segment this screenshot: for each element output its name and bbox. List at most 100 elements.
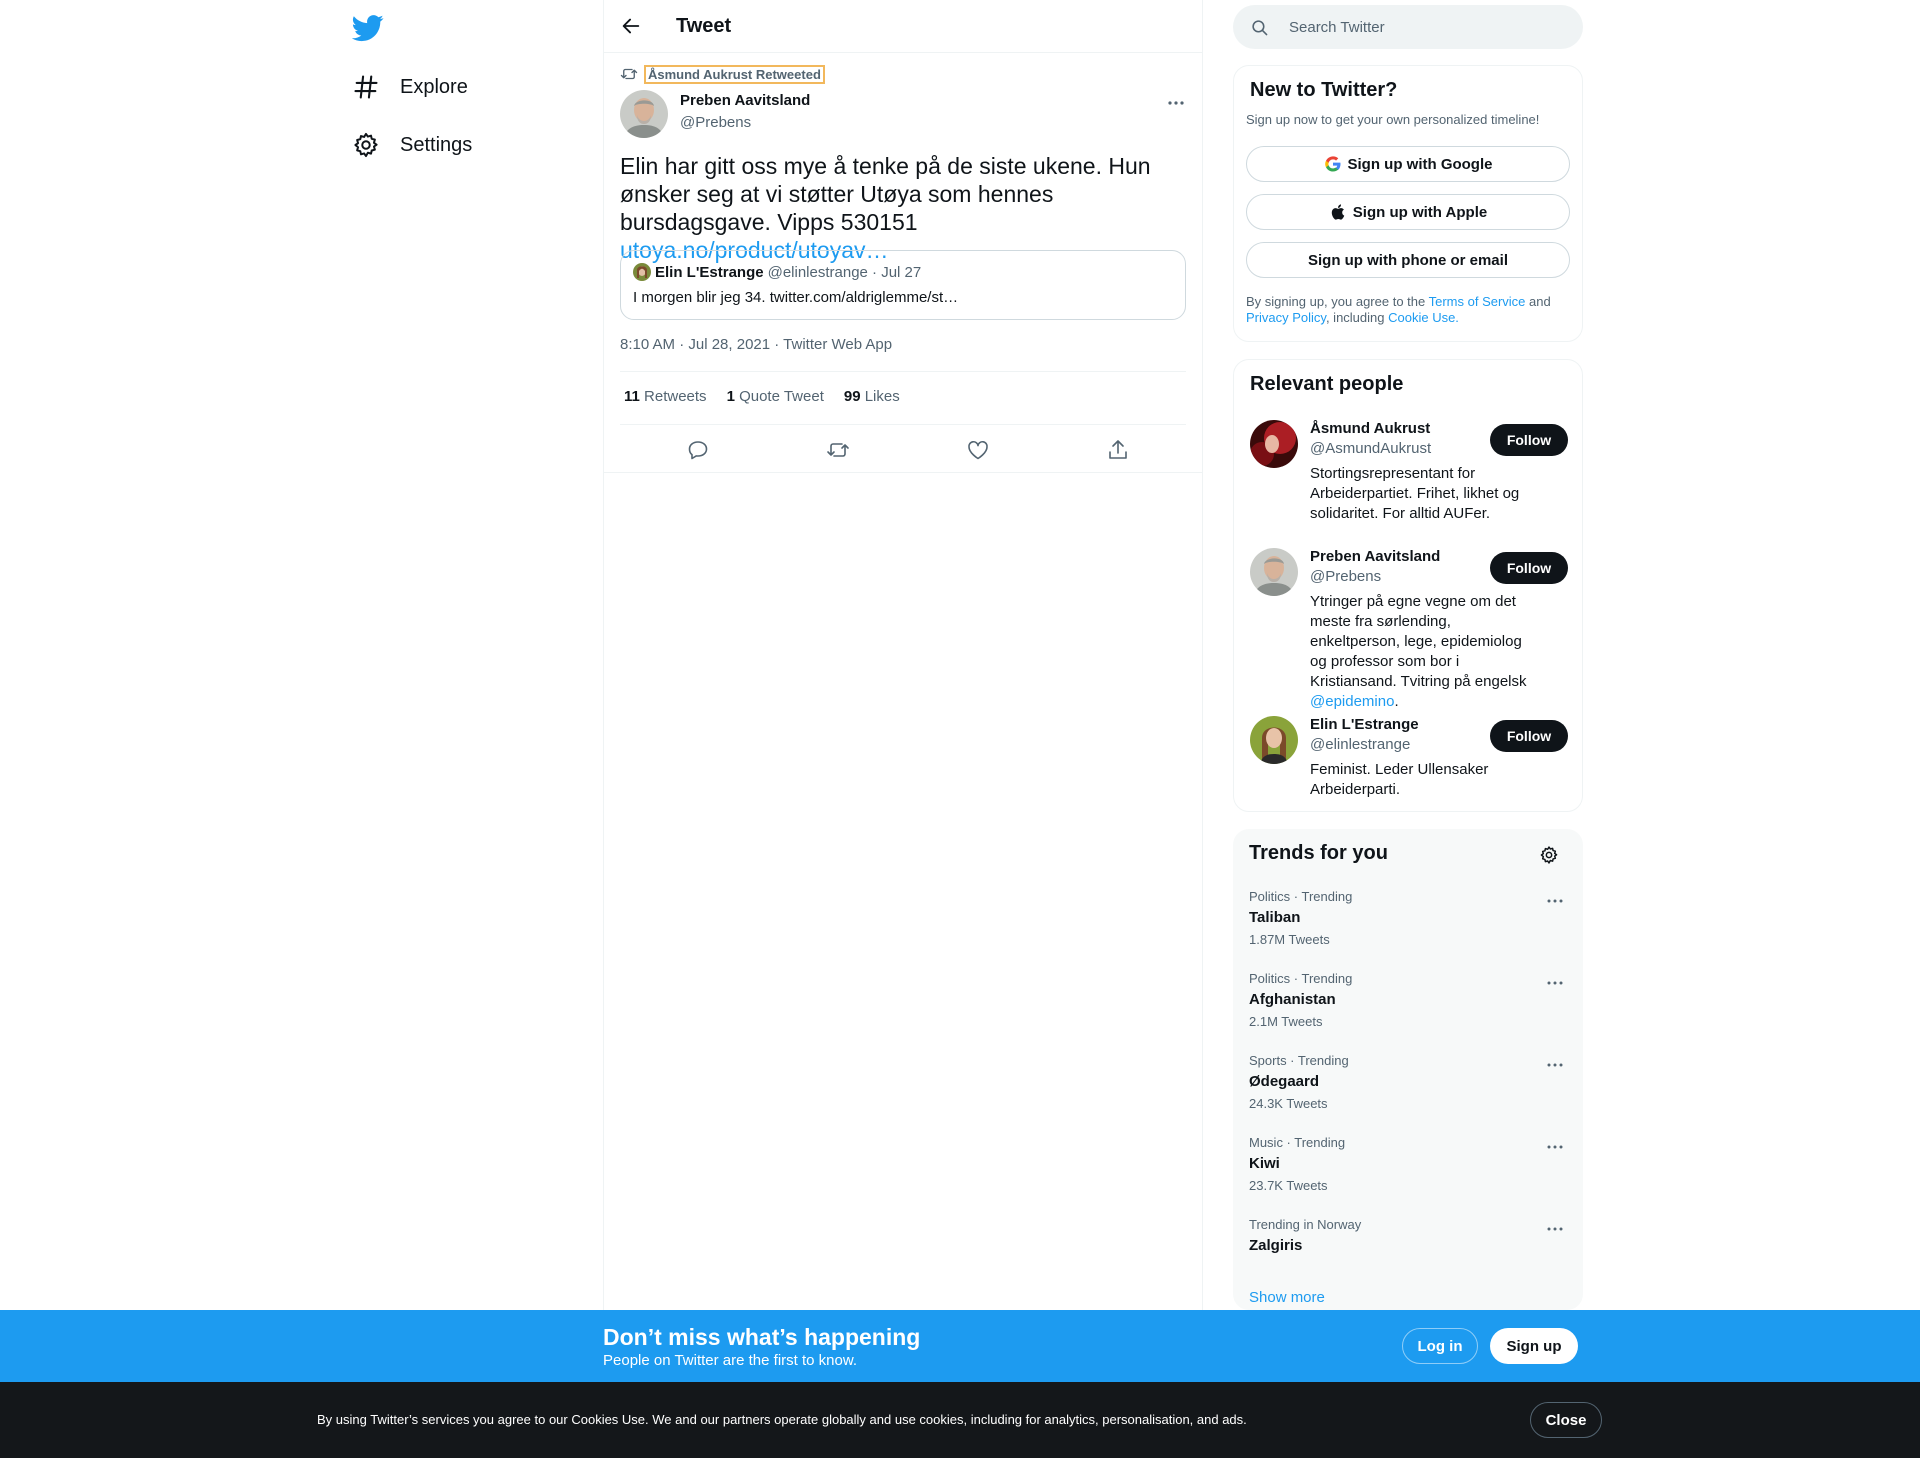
signup-legal-text: By signing up, you agree to the Terms of…: [1246, 294, 1566, 326]
login-banner-title: Don’t miss what’s happening: [603, 1324, 921, 1350]
likes-label: Likes: [864, 388, 900, 405]
person-avatar[interactable]: [1250, 420, 1298, 468]
trend-count: 1.87M Tweets: [1249, 932, 1330, 947]
nav-settings-label: Settings: [400, 133, 473, 156]
quoted-name: Elin L'Estrange: [655, 263, 764, 281]
trend-name: Zalgiris: [1249, 1237, 1303, 1254]
quotes-count: 1: [726, 388, 735, 405]
retweeted-by-link[interactable]: Åsmund Aukrust Retweeted: [644, 64, 825, 84]
person-handle[interactable]: @AsmundAukrust: [1310, 440, 1431, 457]
trend-count: 24.3K Tweets: [1249, 1096, 1328, 1111]
page-title: Tweet: [676, 15, 732, 37]
hashtag-icon: [352, 73, 380, 101]
author-name[interactable]: Preben Aavitsland: [680, 92, 810, 109]
nav-explore[interactable]: Explore: [352, 66, 468, 108]
person-avatar[interactable]: [1250, 716, 1298, 764]
retweets-count: 11: [624, 388, 640, 405]
trend-more-icon[interactable]: [1545, 1137, 1565, 1157]
person-handle[interactable]: @elinlestrange: [1310, 736, 1410, 753]
trend-more-icon[interactable]: [1545, 1055, 1565, 1075]
cookie-close-button[interactable]: Close: [1530, 1402, 1602, 1438]
twitter-logo-icon[interactable]: [352, 12, 384, 44]
signup-subtitle: Sign up now to get your own personalized…: [1246, 112, 1540, 127]
search-icon: [1252, 20, 1268, 36]
signup-phone-label: Sign up with phone or email: [1307, 251, 1508, 269]
tweet-stats: 11 Retweets 1 Quote Tweet 99 Likes: [624, 388, 920, 405]
person-bio: Ytringer på egne vegne om det meste fra …: [1310, 592, 1540, 712]
retweet-icon[interactable]: [826, 438, 850, 462]
cookie-banner-text: By using Twitter’s services you agree to…: [317, 1412, 1247, 1427]
relevant-people-title: Relevant people: [1250, 373, 1404, 395]
trend-meta: Sports · Trending: [1249, 1053, 1349, 1068]
signup-apple-button[interactable]: Sign up with Apple: [1246, 194, 1570, 230]
login-button[interactable]: Log in: [1402, 1328, 1478, 1364]
trend-meta: Politics · Trending: [1249, 889, 1353, 904]
person-avatar[interactable]: [1250, 548, 1298, 596]
likes-count: 99: [843, 388, 861, 405]
quotes-stat[interactable]: 1 Quote Tweet: [727, 388, 824, 405]
quoted-tweet[interactable]: Elin L'Estrange @elinlestrange · Jul 27 …: [620, 250, 1186, 320]
person-name[interactable]: Elin L'Estrange: [1310, 716, 1419, 733]
relevant-people-card: Relevant people Åsmund Aukrust @AsmundAu…: [1233, 359, 1583, 812]
trend-more-icon[interactable]: [1545, 973, 1565, 993]
search-box[interactable]: [1233, 5, 1583, 49]
person-bio-end: .: [1394, 693, 1399, 710]
person-name[interactable]: Åsmund Aukrust: [1310, 420, 1430, 437]
retweets-stat[interactable]: 11 Retweets: [624, 388, 707, 405]
trend-name: Afghanistan: [1249, 991, 1336, 1008]
follow-button[interactable]: Follow: [1490, 424, 1568, 456]
show-more-link[interactable]: Show more: [1249, 1289, 1325, 1306]
quoted-text: I morgen blir jeg 34. twitter.com/aldrig…: [633, 289, 959, 306]
trend-meta: Trending in Norway: [1249, 1217, 1362, 1232]
signup-google-button[interactable]: Sign up with Google: [1246, 146, 1570, 182]
tweet-actions: [620, 436, 1186, 464]
cookie-banner: By using Twitter’s services you agree to…: [0, 1382, 1920, 1458]
trend-more-icon[interactable]: [1545, 891, 1565, 911]
quoted-tweet-header: Elin L'Estrange @elinlestrange · Jul 27: [633, 263, 921, 281]
quoted-avatar: [633, 263, 651, 281]
author-avatar[interactable]: [620, 90, 668, 138]
privacy-link[interactable]: Privacy Policy: [1246, 310, 1326, 325]
page-header: Tweet: [604, 0, 1202, 53]
tweet-body: Elin har gitt oss mye å tenke på de sist…: [620, 152, 1190, 264]
legal-text-2: and: [1525, 294, 1551, 309]
trend-more-icon[interactable]: [1545, 1219, 1565, 1239]
trend-count: 2.1M Tweets: [1249, 1014, 1323, 1029]
person-handle[interactable]: @Prebens: [1310, 568, 1381, 585]
person-bio: Stortingsrepresentant for Arbeiderpartie…: [1310, 465, 1520, 522]
nav-settings[interactable]: Settings: [352, 124, 472, 166]
follow-button[interactable]: Follow: [1490, 720, 1568, 752]
signup-phone-button[interactable]: Sign up with phone or email: [1246, 242, 1570, 278]
signup-card: New to Twitter? Sign up now to get your …: [1233, 65, 1583, 342]
trend-name: Kiwi: [1249, 1155, 1280, 1172]
back-arrow-icon[interactable]: [620, 15, 642, 37]
search-input[interactable]: [1289, 17, 1559, 37]
likes-stat[interactable]: 99 Likes: [844, 388, 900, 405]
cookie-use-link[interactable]: Cookie Use.: [1388, 310, 1459, 325]
divider: [620, 424, 1186, 425]
legal-text-3: , including: [1325, 310, 1389, 325]
signup-google-label: Sign up with Google: [1347, 155, 1493, 173]
person-name[interactable]: Preben Aavitsland: [1310, 548, 1440, 565]
tweet-timestamp[interactable]: 8:10 AM · Jul 28, 2021 · Twitter Web App: [620, 336, 892, 353]
reply-icon[interactable]: [686, 438, 710, 462]
bio-mention-link[interactable]: @epidemino: [1310, 693, 1394, 710]
retweet-context: Åsmund Aukrust Retweeted: [620, 64, 825, 84]
retweet-small-icon: [620, 68, 638, 80]
like-icon[interactable]: [966, 438, 990, 462]
more-options-icon[interactable]: [1166, 93, 1186, 113]
signup-apple-label: Sign up with Apple: [1352, 203, 1488, 221]
author-handle[interactable]: @Prebens: [680, 114, 751, 131]
signup-button[interactable]: Sign up: [1490, 1328, 1578, 1364]
quotes-label: Quote Tweet: [739, 388, 824, 405]
trend-name: Ødegaard: [1249, 1073, 1320, 1090]
login-banner: Don’t miss what’s happening People on Tw…: [0, 1310, 1920, 1382]
retweets-label: Retweets: [644, 388, 707, 405]
follow-button[interactable]: Follow: [1490, 552, 1568, 584]
apple-icon: [1331, 204, 1345, 220]
tweet-text: Elin har gitt oss mye å tenke på de sist…: [620, 153, 1151, 235]
gear-icon: [352, 131, 380, 159]
terms-link[interactable]: Terms of Service: [1429, 294, 1526, 309]
trends-settings-gear-icon[interactable]: [1539, 845, 1559, 865]
share-icon[interactable]: [1106, 438, 1130, 462]
